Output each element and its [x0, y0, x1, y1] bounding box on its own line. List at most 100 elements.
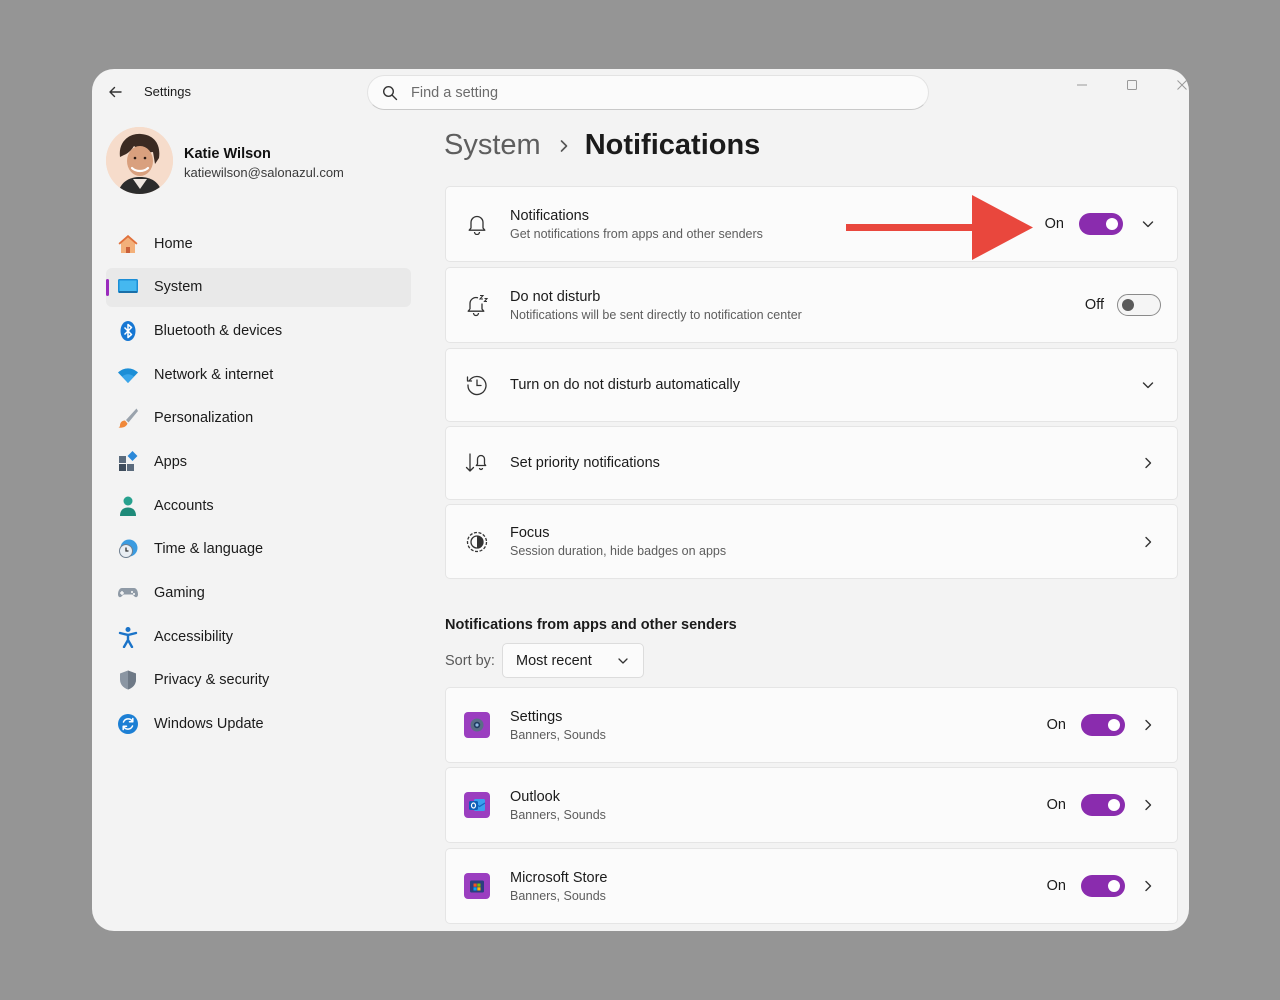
- sidebar-item-label: Privacy & security: [154, 672, 270, 689]
- setting-title: Notifications: [510, 207, 589, 224]
- sort-label: Sort by:: [445, 653, 495, 669]
- bluetooth-icon: [116, 319, 140, 343]
- setting-title: Do not disturb: [510, 288, 601, 305]
- breadcrumb: System Notifications: [444, 129, 760, 162]
- priority-notifications-card[interactable]: Set priority notifications: [445, 426, 1178, 500]
- sort-dropdown[interactable]: Most recent: [502, 643, 644, 678]
- minimize-button[interactable]: [1067, 73, 1097, 97]
- settings-window: Settings Katie Wilson katiewilson@salona…: [92, 69, 1189, 931]
- maximize-icon: [1127, 80, 1137, 90]
- search-icon: [382, 85, 398, 100]
- system-icon: [116, 275, 140, 299]
- gamepad-icon: [116, 581, 140, 605]
- app-name: Settings: [510, 708, 563, 725]
- maximize-button[interactable]: [1117, 73, 1147, 97]
- sidebar-item-label: Bluetooth & devices: [154, 322, 283, 339]
- bell-snooze-icon: [464, 292, 490, 318]
- sidebar-item-time-language[interactable]: Time & language: [106, 530, 411, 569]
- back-button[interactable]: [104, 81, 126, 103]
- notifications-toggle[interactable]: [1079, 213, 1123, 235]
- priority-icon: [464, 450, 490, 476]
- toggle-state-label: On: [1046, 878, 1066, 894]
- sidebar-item-label: Gaming: [154, 585, 205, 601]
- close-button[interactable]: [1167, 73, 1189, 97]
- app-notification-types: Banners, Sounds: [510, 807, 606, 822]
- chevron-down-icon[interactable]: [1135, 372, 1161, 398]
- sidebar-item-label: Windows Update: [154, 716, 264, 733]
- apps-icon: [116, 450, 140, 474]
- person-icon: [116, 494, 140, 518]
- sidebar-item-accounts[interactable]: Accounts: [106, 486, 411, 525]
- sidebar-item-privacy[interactable]: Privacy & security: [106, 661, 411, 700]
- setting-title: Focus: [510, 525, 550, 541]
- sidebar-item-accessibility[interactable]: Accessibility: [106, 617, 411, 656]
- toggle-state-label: On: [1046, 797, 1066, 813]
- chevron-right-icon[interactable]: [1135, 792, 1161, 818]
- app-notification-card-settings[interactable]: Settings Banners, Sounds On: [445, 687, 1178, 763]
- back-arrow-icon: [109, 86, 122, 98]
- home-icon: [116, 232, 140, 256]
- sidebar-item-label: Apps: [154, 453, 188, 470]
- page-title: Notifications: [584, 129, 761, 161]
- chevron-right-icon[interactable]: [1135, 873, 1161, 899]
- wifi-icon: [116, 363, 140, 387]
- sidebar-item-label: Accessibility: [154, 628, 233, 645]
- sidebar-item-home[interactable]: Home: [106, 224, 411, 263]
- dnd-automatic-setting-card[interactable]: Turn on do not disturb automatically: [445, 348, 1178, 422]
- notifications-setting-card[interactable]: Notifications Get notifications from app…: [445, 186, 1178, 262]
- setting-title: Turn on do not disturb automatically: [510, 377, 740, 393]
- chevron-right-icon[interactable]: [1135, 529, 1161, 555]
- chevron-down-icon[interactable]: [1135, 211, 1161, 237]
- app-notification-types: Banners, Sounds: [510, 888, 606, 903]
- toggle-state-label: On: [1044, 216, 1064, 232]
- section-heading: Notifications from apps and other sender…: [445, 617, 737, 633]
- app-notification-card-outlook[interactable]: Outlook Banners, Sounds On: [445, 767, 1178, 843]
- minimize-icon: [1077, 84, 1087, 86]
- focus-icon: [464, 529, 490, 555]
- do-not-disturb-toggle[interactable]: [1117, 294, 1161, 316]
- chevron-right-icon: [559, 139, 569, 153]
- breadcrumb-parent[interactable]: System: [444, 129, 541, 162]
- shield-icon: [116, 668, 140, 692]
- setting-subtitle: Get notifications from apps and other se…: [510, 226, 763, 241]
- sidebar-item-system[interactable]: System: [106, 267, 411, 307]
- clock-globe-icon: [116, 537, 140, 561]
- search-input[interactable]: [411, 84, 891, 101]
- sidebar-nav: Home System Bluetooth & devices Network …: [106, 224, 411, 748]
- outlook-app-toggle[interactable]: [1081, 794, 1125, 816]
- do-not-disturb-setting-card[interactable]: Do not disturb Notifications will be sen…: [445, 267, 1178, 343]
- close-icon: [1177, 80, 1187, 90]
- settings-app-icon: [464, 712, 490, 738]
- microsoft-store-app-toggle[interactable]: [1081, 875, 1125, 897]
- sidebar-item-label: Personalization: [154, 410, 254, 427]
- app-notification-types: Banners, Sounds: [510, 727, 606, 742]
- annotation-arrow: [846, 195, 1033, 260]
- accessibility-icon: [116, 625, 140, 649]
- app-notification-card-microsoft-store[interactable]: Microsoft Store Banners, Sounds On: [445, 848, 1178, 924]
- user-name: Katie Wilson: [184, 146, 271, 162]
- toggle-state-label: Off: [1084, 297, 1104, 313]
- sidebar-item-network[interactable]: Network & internet: [106, 355, 411, 394]
- sidebar-item-label: Accounts: [154, 497, 214, 514]
- settings-app-toggle[interactable]: [1081, 714, 1125, 736]
- chevron-right-icon[interactable]: [1135, 712, 1161, 738]
- sidebar-item-gaming[interactable]: Gaming: [106, 574, 411, 613]
- sort-value: Most recent: [516, 652, 592, 669]
- focus-setting-card[interactable]: Focus Session duration, hide badges on a…: [445, 504, 1178, 579]
- avatar[interactable]: [106, 127, 173, 194]
- sidebar-item-bluetooth[interactable]: Bluetooth & devices: [106, 311, 411, 350]
- toggle-state-label: On: [1046, 717, 1066, 733]
- sidebar-item-apps[interactable]: Apps: [106, 442, 411, 481]
- sidebar-item-label: Time & language: [154, 541, 264, 558]
- clock-icon: [464, 372, 490, 398]
- sidebar-item-label: Network & internet: [154, 366, 274, 383]
- update-icon: [116, 712, 140, 736]
- search-box[interactable]: [367, 75, 929, 110]
- sidebar-item-personalization[interactable]: Personalization: [106, 399, 411, 438]
- setting-title: Set priority notifications: [510, 455, 660, 471]
- avatar-photo: [106, 127, 173, 194]
- app-name: Outlook: [510, 788, 560, 805]
- sidebar-item-windows-update[interactable]: Windows Update: [106, 705, 411, 744]
- setting-subtitle: Notifications will be sent directly to n…: [510, 307, 802, 322]
- chevron-right-icon[interactable]: [1135, 450, 1161, 476]
